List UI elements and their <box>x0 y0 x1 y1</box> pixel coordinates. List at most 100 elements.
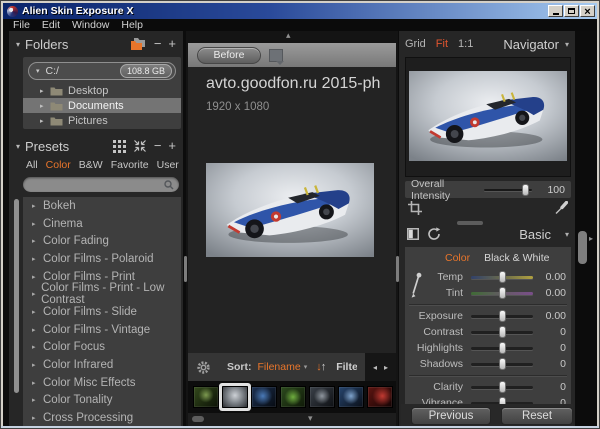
gear-icon[interactable] <box>196 360 211 375</box>
slider-thumb[interactable] <box>522 184 529 196</box>
menu-item[interactable]: Edit <box>36 20 66 31</box>
slider-thumb[interactable] <box>499 326 506 338</box>
chevron-right-icon[interactable] <box>32 290 41 298</box>
presets-tab[interactable]: Favorite <box>111 159 149 172</box>
zoom-mode-button[interactable]: 1:1 <box>458 38 473 50</box>
folder-row[interactable]: Pictures <box>23 113 181 128</box>
chevron-right-icon[interactable] <box>32 396 43 404</box>
menu-item[interactable]: Window <box>66 20 115 31</box>
right-scrollbar-thumb[interactable] <box>578 231 587 264</box>
chevron-right-icon[interactable] <box>32 326 43 334</box>
zoom-mode-button[interactable]: Fit <box>436 38 448 50</box>
photo-thumbnail[interactable] <box>280 386 306 408</box>
slider-thumb[interactable] <box>499 381 506 393</box>
chevron-down-icon[interactable] <box>304 363 308 371</box>
sort-field-dropdown[interactable]: Filename <box>258 361 301 373</box>
expand-panel-icon[interactable] <box>589 234 593 243</box>
previous-button[interactable]: Previous <box>411 407 491 425</box>
slider-thumb[interactable] <box>499 358 506 370</box>
menu-item[interactable]: Help <box>115 20 149 31</box>
slider-thumb[interactable] <box>499 342 506 354</box>
collapse-up-icon[interactable] <box>286 31 291 41</box>
preset-row[interactable]: Color Films - Polaroid <box>23 250 181 268</box>
preset-search-input[interactable] <box>28 179 164 190</box>
basic-mode-tab[interactable]: Color <box>445 252 470 264</box>
photo-thumbnail[interactable] <box>251 386 277 408</box>
slider-track[interactable] <box>471 331 533 334</box>
titlebar[interactable]: Alien Skin Exposure X <box>3 3 597 19</box>
chevron-right-icon[interactable] <box>40 102 50 110</box>
preset-row[interactable]: Color Tonality <box>23 392 181 410</box>
slider-track[interactable] <box>471 347 533 350</box>
preset-row[interactable]: Color Infrared <box>23 356 181 374</box>
crop-icon[interactable] <box>408 201 422 215</box>
close-button[interactable] <box>580 5 595 17</box>
chevron-right-icon[interactable] <box>32 361 43 369</box>
slider-thumb[interactable] <box>499 310 506 322</box>
preset-search-box[interactable] <box>23 177 179 192</box>
add-folder-icon[interactable] <box>129 37 147 51</box>
chevron-right-icon[interactable] <box>32 343 43 351</box>
chevron-down-icon[interactable] <box>36 67 40 75</box>
slider-track[interactable] <box>471 363 533 366</box>
add-preset-button[interactable] <box>168 140 176 152</box>
chevron-right-icon[interactable] <box>40 87 50 95</box>
navigator-preview[interactable] <box>405 57 571 177</box>
basic-mode-tab[interactable]: Black & White <box>484 252 549 264</box>
menu-item[interactable]: File <box>7 20 36 31</box>
zoom-mode-button[interactable]: Grid <box>405 38 426 50</box>
collapse-all-icon[interactable] <box>133 139 147 153</box>
photo-thumbnail[interactable] <box>222 386 248 408</box>
chevron-right-icon[interactable] <box>40 117 50 125</box>
preset-row[interactable]: Color Misc Effects <box>23 374 181 392</box>
next-photo-arrow[interactable] <box>384 363 388 372</box>
chevron-right-icon[interactable] <box>32 202 43 210</box>
sort-direction-toggle[interactable] <box>316 361 325 373</box>
slider-track[interactable] <box>471 315 533 318</box>
preset-row[interactable]: Cinema <box>23 215 181 233</box>
filter-label[interactable]: Filter <box>336 361 357 373</box>
preset-row[interactable]: Cross Processing <box>23 409 181 426</box>
chevron-right-icon[interactable] <box>32 379 43 387</box>
filmstrip-scrollbar[interactable] <box>192 416 204 422</box>
presets-tab[interactable]: User <box>157 159 179 172</box>
chevron-down-icon[interactable] <box>16 142 20 151</box>
preset-row[interactable]: Color Films - Print - Low Contrast <box>23 285 181 303</box>
drive-row[interactable]: C:/ 108.8 GB <box>28 62 176 80</box>
preset-row[interactable]: Color Focus <box>23 339 181 357</box>
chevron-right-icon[interactable] <box>32 273 43 281</box>
minimize-button[interactable] <box>548 5 563 17</box>
maximize-button[interactable] <box>564 5 579 17</box>
slider-track[interactable] <box>471 276 533 279</box>
slider-thumb[interactable] <box>499 287 506 299</box>
presets-scrollbar[interactable] <box>14 199 19 393</box>
chevron-right-icon[interactable] <box>32 237 43 245</box>
brush-icon[interactable] <box>554 201 568 215</box>
collapse-down-icon[interactable] <box>308 413 313 424</box>
photo-thumbnail[interactable] <box>309 386 335 408</box>
overall-intensity-slider[interactable] <box>484 189 532 191</box>
photo-thumbnail[interactable] <box>338 386 364 408</box>
chevron-right-icon[interactable] <box>32 308 43 316</box>
add-folder-button[interactable] <box>168 38 176 50</box>
remove-preset-button[interactable] <box>154 140 162 152</box>
slider-track[interactable] <box>471 386 533 389</box>
split-preview-icon[interactable] <box>407 228 419 240</box>
flag-icon[interactable] <box>269 49 283 62</box>
photo-thumbnail[interactable] <box>193 386 219 408</box>
preset-row[interactable]: Bokeh <box>23 197 181 215</box>
slider-thumb[interactable] <box>499 397 506 405</box>
folder-row[interactable]: Desktop <box>23 83 181 98</box>
previous-photo-arrow[interactable] <box>373 363 377 372</box>
photo-thumbnail[interactable] <box>367 386 393 408</box>
chevron-right-icon[interactable] <box>32 220 43 228</box>
grid-view-icon[interactable] <box>113 140 126 153</box>
presets-tab[interactable]: B&W <box>79 159 103 172</box>
chevron-right-icon[interactable] <box>32 255 43 263</box>
preset-row[interactable]: Color Films - Vintage <box>23 321 181 339</box>
remove-folder-button[interactable] <box>154 38 162 50</box>
reset-button[interactable]: Reset <box>501 407 573 425</box>
preset-row[interactable]: Color Fading <box>23 232 181 250</box>
presets-tab[interactable]: All <box>26 159 38 172</box>
folders-panel-header[interactable]: Folders <box>11 35 181 53</box>
